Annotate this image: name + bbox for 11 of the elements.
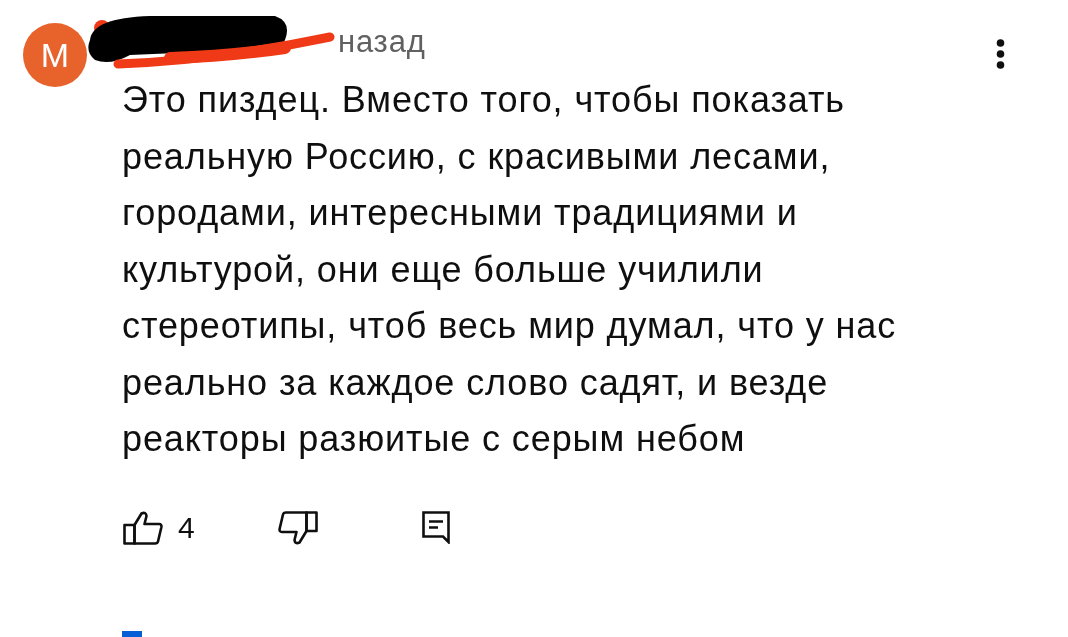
avatar: M (23, 23, 87, 87)
dislike-button[interactable] (277, 510, 318, 545)
vertical-dots-icon (995, 39, 1005, 69)
comment-text: Это пиздец. Вместо того, чтобы показать реальную Россию, с красивыми лесами, городами, интересными традициями и культурой, они еще больше училили стереотипы, чтоб весь мир думал, что у нас реально за каждое слово садят, и везде реакторы разюитые с серым небом (122, 78, 897, 461)
reply-button[interactable] (421, 511, 450, 544)
thumbs-down-icon (277, 510, 318, 545)
like-button[interactable]: 4 (123, 510, 195, 545)
partial-icon (122, 631, 142, 637)
thumbs-up-icon (123, 510, 163, 545)
comment-icon (421, 511, 450, 544)
comment-time: назад (338, 23, 426, 61)
